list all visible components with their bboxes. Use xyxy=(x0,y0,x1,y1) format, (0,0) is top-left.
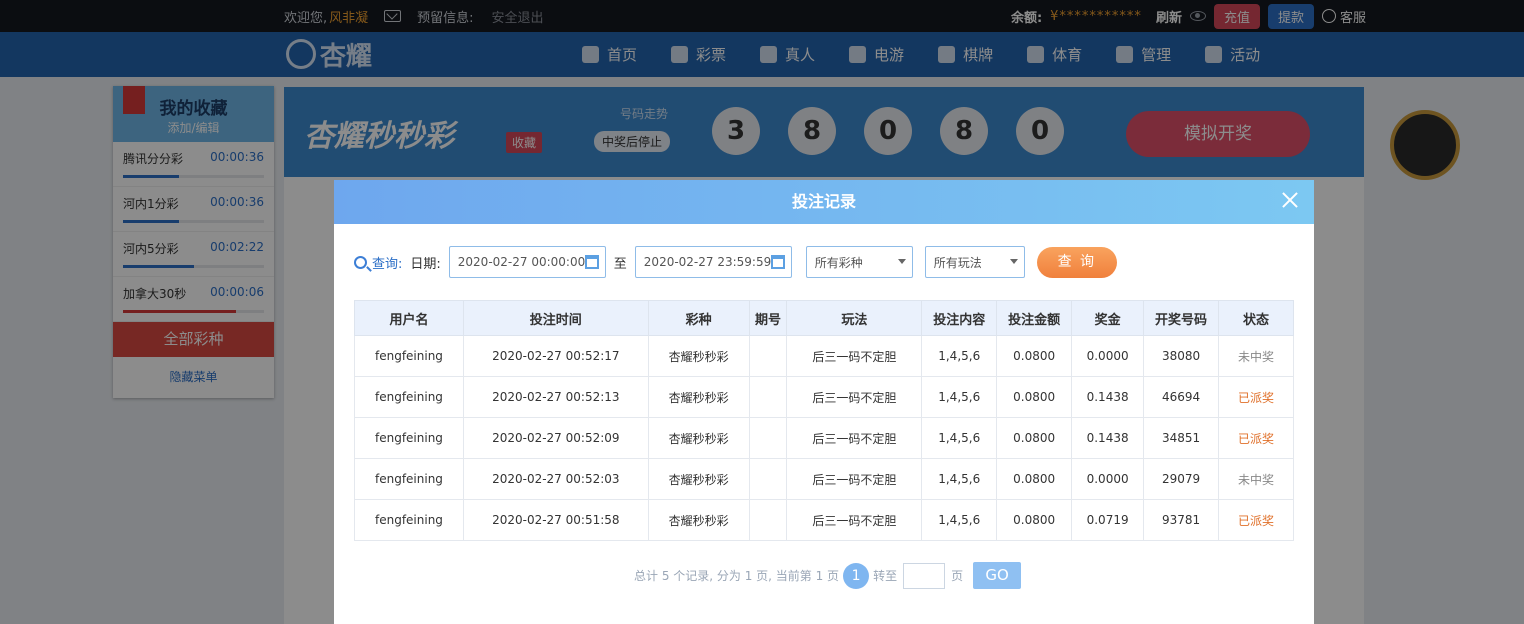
table-cell: 0.0000 xyxy=(1071,335,1145,377)
table-cell: 后三一码不定胆 xyxy=(786,458,923,500)
table-cell: 2020-02-27 00:51:58 xyxy=(462,499,649,541)
table-cell: 后三一码不定胆 xyxy=(786,376,923,418)
table-cell: 后三一码不定胆 xyxy=(786,499,923,541)
column-header: 投注金额 xyxy=(996,300,1073,336)
status-badge: 已派奖 xyxy=(1218,417,1294,459)
table-cell: 杏耀秒秒彩 xyxy=(647,417,750,459)
table-cell: 0.0800 xyxy=(996,417,1073,459)
table-cell: 0.0719 xyxy=(1071,499,1145,541)
table-cell: fengfeining xyxy=(354,417,464,459)
date-from-value: 2020-02-27 00:00:00 xyxy=(457,255,586,269)
table-cell: fengfeining xyxy=(354,335,464,377)
table-cell xyxy=(748,499,788,541)
table-row[interactable]: fengfeining 2020-02-27 00:52:09 杏耀秒秒彩 后三一码不… xyxy=(354,417,1294,459)
select-value: 所有彩种 xyxy=(814,255,863,270)
table-cell: 2020-02-27 00:52:17 xyxy=(462,335,649,377)
date-to-input[interactable]: 2020-02-27 23:59:59 xyxy=(634,246,792,278)
table-cell: fengfeining xyxy=(354,499,464,541)
table-cell xyxy=(748,458,788,500)
page-number-current[interactable]: 1 xyxy=(843,562,870,589)
bet-records-table: 用户名 投注时间 彩种 期号 玩法 投注内容 投注金额 奖金 开奖号码 状态 fengfeinin… xyxy=(354,300,1294,541)
page-jump-input[interactable] xyxy=(903,562,946,589)
column-header: 期号 xyxy=(748,300,788,336)
table-cell: 0.0800 xyxy=(996,458,1073,500)
date-label: 日期: xyxy=(410,256,441,272)
query-bar: 查询: 日期: 2020-02-27 00:00:00 至 2020-02-27… xyxy=(354,246,1117,278)
caret-down-icon xyxy=(897,259,906,264)
calendar-icon[interactable] xyxy=(584,255,599,269)
column-header: 状态 xyxy=(1218,300,1294,336)
modal-title: 投注记录 xyxy=(791,192,856,211)
table-cell: 1,4,5,6 xyxy=(921,417,998,459)
table-cell: fengfeining xyxy=(354,376,464,418)
table-row[interactable]: fengfeining 2020-02-27 00:51:58 杏耀秒秒彩 后三一码不… xyxy=(354,499,1294,541)
date-to-value: 2020-02-27 23:59:59 xyxy=(643,255,772,269)
page-unit-label: 页 xyxy=(951,569,964,583)
column-header: 彩种 xyxy=(647,300,750,336)
table-cell: 0.0800 xyxy=(996,376,1073,418)
calendar-icon[interactable] xyxy=(770,255,785,269)
caret-down-icon xyxy=(1009,259,1018,264)
table-cell: fengfeining xyxy=(354,458,464,500)
column-header: 玩法 xyxy=(786,300,923,336)
table-cell: 1,4,5,6 xyxy=(921,458,998,500)
table-cell: 93781 xyxy=(1143,499,1220,541)
status-badge: 已派奖 xyxy=(1218,499,1294,541)
table-row[interactable]: fengfeining 2020-02-27 00:52:03 杏耀秒秒彩 后三一码不… xyxy=(354,458,1294,500)
table-cell: 1,4,5,6 xyxy=(921,335,998,377)
table-header-row: 用户名 投注时间 彩种 期号 玩法 投注内容 投注金额 奖金 开奖号码 状态 xyxy=(354,300,1294,336)
table-cell: 0.1438 xyxy=(1071,417,1145,459)
table-cell: 2020-02-27 00:52:03 xyxy=(462,458,649,500)
table-cell: 0.0000 xyxy=(1071,458,1145,500)
table-cell: 0.1438 xyxy=(1071,376,1145,418)
to-label: 至 xyxy=(613,256,627,272)
table-cell: 杏耀秒秒彩 xyxy=(647,499,750,541)
status-badge: 未中奖 xyxy=(1218,335,1294,377)
table-cell: 46694 xyxy=(1143,376,1220,418)
table-cell: 杏耀秒秒彩 xyxy=(647,335,750,377)
column-header: 奖金 xyxy=(1071,300,1145,336)
status-badge: 未中奖 xyxy=(1218,458,1294,500)
table-cell xyxy=(748,376,788,418)
column-header: 投注时间 xyxy=(462,300,649,336)
close-icon[interactable] xyxy=(1280,190,1300,210)
table-row[interactable]: fengfeining 2020-02-27 00:52:17 杏耀秒秒彩 后三一码不… xyxy=(354,335,1294,377)
column-header: 开奖号码 xyxy=(1143,300,1220,336)
date-from-input[interactable]: 2020-02-27 00:00:00 xyxy=(448,246,606,278)
table-cell: 杏耀秒秒彩 xyxy=(647,376,750,418)
goto-label: 转至 xyxy=(873,569,898,583)
table-cell xyxy=(748,417,788,459)
column-header: 用户名 xyxy=(354,300,464,336)
table-cell: 后三一码不定胆 xyxy=(786,335,923,377)
bet-records-modal: 投注记录 查询: 日期: 2020-02-27 00:00:00 至 2020-… xyxy=(334,180,1314,624)
query-label: 查询: xyxy=(372,256,403,272)
play-type-select[interactable]: 所有玩法 xyxy=(924,246,1025,278)
pagination-summary: 总计 5 个记录, 分为 1 页, 当前第 1 页 xyxy=(634,569,840,583)
table-cell: 2020-02-27 00:52:13 xyxy=(462,376,649,418)
table-cell: 29079 xyxy=(1143,458,1220,500)
modal-header: 投注记录 xyxy=(334,180,1314,224)
table-cell: 34851 xyxy=(1143,417,1220,459)
table-cell: 后三一码不定胆 xyxy=(786,417,923,459)
table-cell: 2020-02-27 00:52:09 xyxy=(462,417,649,459)
pagination: 总计 5 个记录, 分为 1 页, 当前第 1 页 1 转至 页 GO xyxy=(634,562,1022,589)
lottery-type-select[interactable]: 所有彩种 xyxy=(805,246,913,278)
status-badge: 已派奖 xyxy=(1218,376,1294,418)
query-button[interactable]: 查 询 xyxy=(1036,246,1117,278)
table-cell: 1,4,5,6 xyxy=(921,376,998,418)
table-row[interactable]: fengfeining 2020-02-27 00:52:13 杏耀秒秒彩 后三一码不… xyxy=(354,376,1294,418)
table-cell: 38080 xyxy=(1143,335,1220,377)
table-cell xyxy=(748,335,788,377)
table-cell: 0.0800 xyxy=(996,499,1073,541)
table-cell: 杏耀秒秒彩 xyxy=(647,458,750,500)
search-icon xyxy=(354,255,367,269)
column-header: 投注内容 xyxy=(921,300,998,336)
select-value: 所有玩法 xyxy=(933,255,982,270)
table-cell: 1,4,5,6 xyxy=(921,499,998,541)
go-button[interactable]: GO xyxy=(973,562,1022,589)
table-cell: 0.0800 xyxy=(996,335,1073,377)
